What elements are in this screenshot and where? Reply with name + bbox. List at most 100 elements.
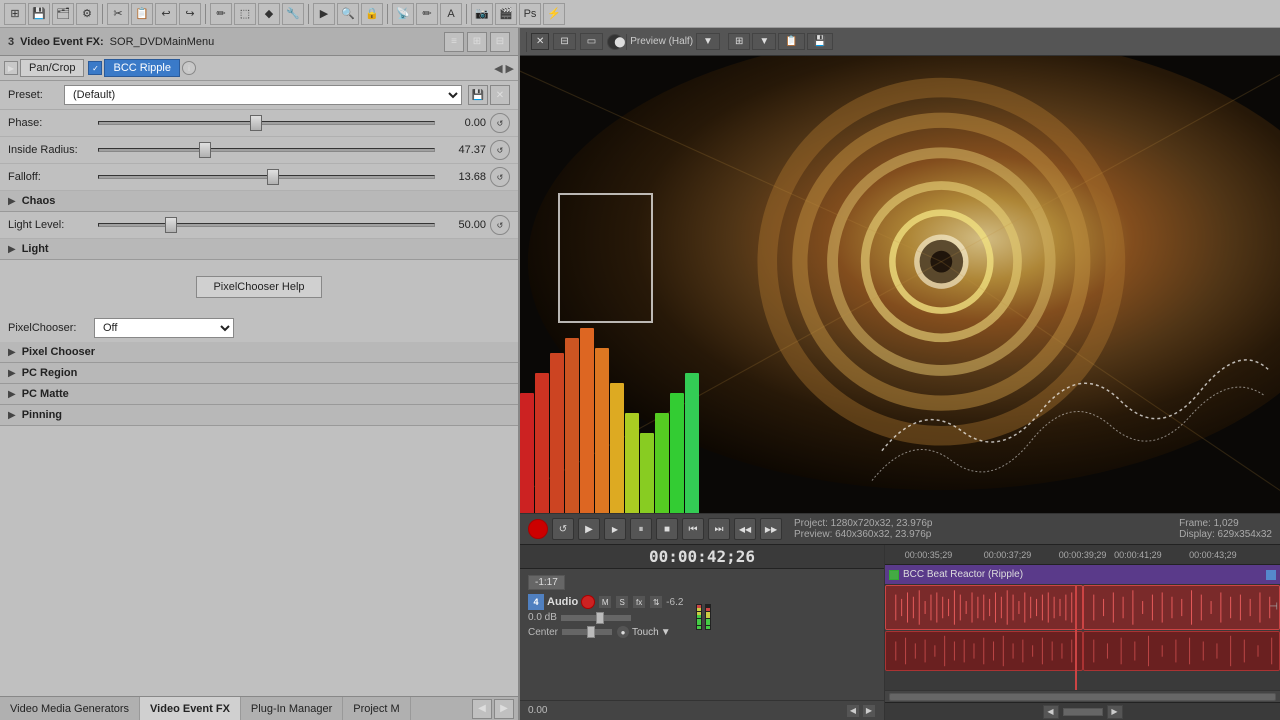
falloff-thumb[interactable]	[267, 169, 279, 185]
bottom-nav-left[interactable]: ◀	[472, 699, 492, 719]
audio-clip-2-right[interactable]	[1083, 631, 1280, 671]
timeline-scrollbar[interactable]	[885, 690, 1280, 702]
pixelchooser-help-btn[interactable]: PixelChooser Help	[196, 276, 321, 298]
audio-clip-left[interactable]	[885, 585, 1083, 630]
track-pan-slider[interactable]	[562, 629, 612, 635]
go-end-btn[interactable]: ⏭	[708, 518, 730, 540]
pixel-chooser-section[interactable]: ▶ Pixel Chooser	[0, 342, 518, 363]
preset-save-btn[interactable]: 💾	[468, 85, 488, 105]
toolbar-icon-1[interactable]: ⊞	[4, 3, 26, 25]
prev-frame-btn[interactable]: ◀◀	[734, 518, 756, 540]
preview-grid-btn[interactable]: ⊞	[728, 33, 750, 50]
tab-right-arrow[interactable]: ▶	[506, 62, 514, 75]
track-record-btn[interactable]	[581, 595, 595, 609]
preview-snap-btn[interactable]: ⊟	[553, 33, 575, 50]
inside-radius-reset[interactable]: ↺	[490, 140, 510, 160]
touch-dropdown[interactable]: ▼	[661, 627, 671, 638]
falloff-slider[interactable]	[98, 169, 435, 185]
toolbar-icon-edit[interactable]: ✏	[416, 3, 438, 25]
track-extra-1[interactable]: ⇅	[649, 595, 663, 609]
touch-indicator[interactable]: ●	[616, 625, 630, 639]
light-section[interactable]: ▶ Light	[0, 239, 518, 260]
audio-clip-right[interactable]: ⊣	[1083, 585, 1280, 630]
status-nav-left[interactable]: ◀	[846, 704, 860, 718]
toolbar-icon-text[interactable]: A	[440, 3, 462, 25]
toolbar-icon-lock[interactable]: 🔒	[361, 3, 383, 25]
toolbar-icon-ps[interactable]: Ps	[519, 3, 541, 25]
preview-settings-btn[interactable]: ▼	[752, 33, 776, 50]
play-small-btn[interactable]: ▶	[604, 518, 626, 540]
next-frame-btn[interactable]: ▶▶	[760, 518, 782, 540]
tab-project-m[interactable]: Project M	[343, 697, 410, 720]
phase-reset[interactable]: ↺	[490, 113, 510, 133]
fx-tile-icon[interactable]: ⊟	[490, 32, 510, 52]
bottom-nav-right[interactable]: ▶	[494, 699, 514, 719]
scrollbar-thumb[interactable]	[889, 693, 1276, 701]
preview-copy-btn[interactable]: 📋	[778, 33, 804, 50]
light-level-reset[interactable]: ↺	[490, 215, 510, 235]
toolbar-icon-camera[interactable]: 📷	[471, 3, 493, 25]
status-nav-right[interactable]: ▶	[862, 704, 876, 718]
track-vol-thumb[interactable]	[596, 612, 604, 624]
track-vol-slider[interactable]	[561, 615, 631, 621]
bcc-info[interactable]: i	[182, 61, 196, 75]
timeline-nav-left[interactable]: ◀	[1043, 705, 1059, 719]
light-level-thumb[interactable]	[165, 217, 177, 233]
fx-list-icon[interactable]: ≡	[444, 32, 464, 52]
play-btn[interactable]: ▶	[578, 518, 600, 540]
toolbar-icon-copy[interactable]: 📋	[131, 3, 153, 25]
record-btn[interactable]	[528, 519, 548, 539]
preview-frame-btn[interactable]: ▭	[580, 33, 603, 50]
tab-video-event-fx[interactable]: Video Event FX	[140, 697, 241, 720]
pan-crop-arrow[interactable]: ▶	[4, 61, 18, 75]
stop-btn[interactable]: ■	[656, 518, 678, 540]
light-level-slider[interactable]	[98, 217, 435, 233]
falloff-reset[interactable]: ↺	[490, 167, 510, 187]
preview-dropdown-btn[interactable]: ▼	[696, 33, 720, 50]
tab-video-media[interactable]: Video Media Generators	[0, 697, 140, 720]
preset-select[interactable]: (Default)	[64, 85, 462, 105]
tab-pan-crop[interactable]: Pan/Crop	[20, 59, 84, 77]
phase-slider[interactable]	[98, 115, 435, 131]
audio-clip-2-left[interactable]	[885, 631, 1083, 671]
tab-plugin-manager[interactable]: Plug-In Manager	[241, 697, 343, 720]
pixelchooser-select[interactable]: Off On	[94, 318, 234, 338]
loop-btn[interactable]: ↺	[552, 518, 574, 540]
toolbar-icon-extra[interactable]: ⚡	[543, 3, 565, 25]
toolbar-icon-4[interactable]: ⚙	[76, 3, 98, 25]
toolbar-icon-diamond[interactable]: ◆	[258, 3, 280, 25]
timeline-nav-bar[interactable]	[1063, 708, 1103, 716]
tab-left-arrow[interactable]: ◀	[494, 62, 502, 75]
toolbar-icon-video[interactable]: 🎬	[495, 3, 517, 25]
track-mute-btn[interactable]: M	[598, 595, 612, 609]
phase-thumb[interactable]	[250, 115, 262, 131]
track-fx-btn[interactable]: fx	[632, 595, 646, 609]
tab-bcc-ripple[interactable]: BCC Ripple	[104, 59, 179, 77]
pinning-section[interactable]: ▶ Pinning	[0, 405, 518, 426]
timeline-nav-right[interactable]: ▶	[1107, 705, 1123, 719]
track-solo-btn[interactable]: S	[615, 595, 629, 609]
toolbar-icon-zoom[interactable]: 🔍	[337, 3, 359, 25]
toolbar-icon-3[interactable]: 🗂	[52, 3, 74, 25]
preview-save-btn[interactable]: 💾	[807, 33, 833, 50]
bcc-check[interactable]: ✓	[88, 61, 102, 75]
toolbar-icon-tools[interactable]: 🔧	[282, 3, 304, 25]
chaos-section[interactable]: ▶ Chaos	[0, 191, 518, 212]
toolbar-icon-cut[interactable]: ✂	[107, 3, 129, 25]
toolbar-icon-pen[interactable]: ✏	[210, 3, 232, 25]
toolbar-icon-redo[interactable]: ↪	[179, 3, 201, 25]
preview-close-btn[interactable]: ✕	[531, 33, 549, 50]
inside-radius-slider[interactable]	[98, 142, 435, 158]
pc-region-section[interactable]: ▶ PC Region	[0, 363, 518, 384]
toolbar-icon-media[interactable]: 📡	[392, 3, 414, 25]
fx-grid-icon[interactable]: ⊞	[467, 32, 487, 52]
toolbar-icon-2[interactable]: 💾	[28, 3, 50, 25]
track-pan-thumb[interactable]	[587, 626, 595, 638]
pc-matte-section[interactable]: ▶ PC Matte	[0, 384, 518, 405]
toolbar-icon-select[interactable]: ⬚	[234, 3, 256, 25]
preview-circle-btn[interactable]: ⬤	[607, 34, 623, 50]
toolbar-icon-play[interactable]: ▶	[313, 3, 335, 25]
pause-btn[interactable]: ⏸	[630, 518, 652, 540]
preset-close-btn[interactable]: ✕	[490, 85, 510, 105]
inside-radius-thumb[interactable]	[199, 142, 211, 158]
